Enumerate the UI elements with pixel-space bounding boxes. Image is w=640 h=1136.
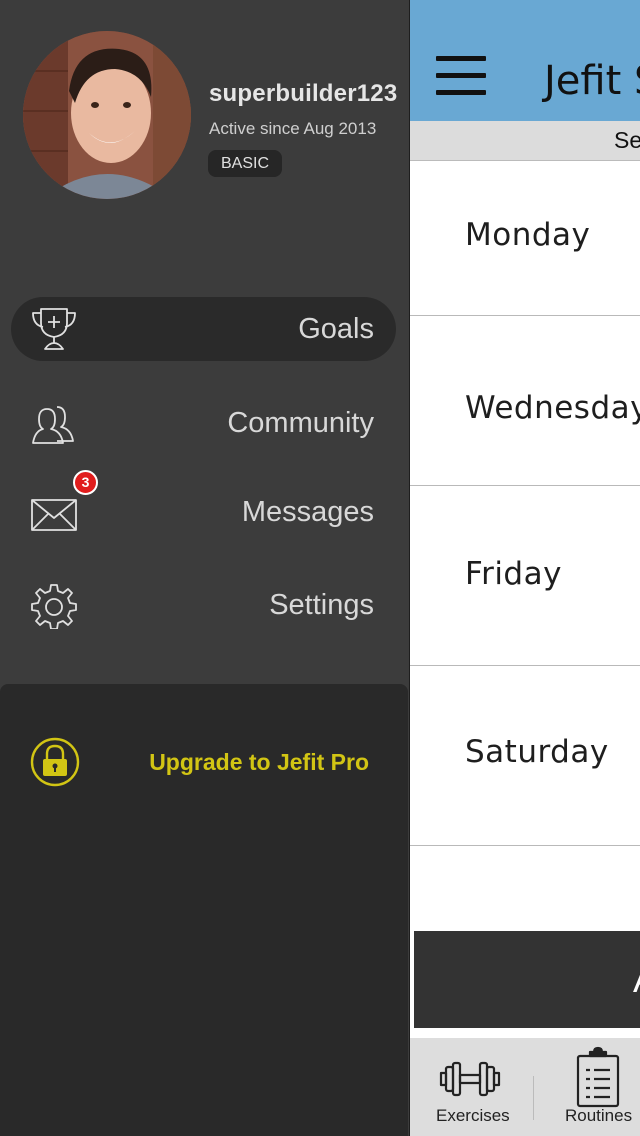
menu-item-messages[interactable]: 3 Messages xyxy=(11,470,396,544)
action-button[interactable]: A xyxy=(414,931,640,1028)
upgrade-label: Upgrade to Jefit Pro xyxy=(149,749,369,775)
page-title: Jefit S xyxy=(544,58,640,104)
lock-icon xyxy=(30,736,80,788)
day-row-monday[interactable]: Monday xyxy=(410,161,640,316)
tab-routines[interactable]: Routines xyxy=(534,1038,640,1136)
day-label: Friday xyxy=(465,556,562,592)
tab-label-routines: Routines xyxy=(565,1106,633,1125)
day-label: Wednesday xyxy=(465,390,640,426)
upgrade-panel: Upgrade to Jefit Pro xyxy=(0,684,408,1136)
day-row-friday[interactable]: Friday xyxy=(410,486,640,666)
gear-icon xyxy=(27,581,81,629)
envelope-icon xyxy=(27,488,81,536)
menu-label-settings: Settings xyxy=(269,589,374,621)
upgrade-button[interactable]: Upgrade to Jefit Pro xyxy=(0,734,408,790)
dumbbell-icon xyxy=(438,1046,502,1108)
profile-header[interactable]: superbuilder123 Active since Aug 2013 BA… xyxy=(0,0,409,260)
menu-label-goals: Goals xyxy=(298,313,374,345)
day-row-saturday[interactable]: Saturday xyxy=(410,666,640,846)
hamburger-icon[interactable] xyxy=(436,56,486,98)
sub-header-text: Se xyxy=(614,127,640,153)
menu-item-community[interactable]: Community xyxy=(11,391,396,455)
messages-count-badge: 3 xyxy=(73,470,98,495)
avatar-photo xyxy=(23,31,191,199)
main-content[interactable]: Jefit S Se Monday Wednesday Friday Satur… xyxy=(409,0,640,1136)
clipboard-icon xyxy=(566,1046,630,1108)
trophy-icon xyxy=(27,305,81,353)
menu-item-goals[interactable]: Goals xyxy=(11,297,396,361)
membership-badge: BASIC xyxy=(208,150,283,177)
tab-label-exercises: Exercises xyxy=(436,1106,510,1125)
day-label: Monday xyxy=(465,217,591,253)
menu-item-settings[interactable]: Settings xyxy=(11,573,396,637)
bottom-tab-bar: Exercises Routines xyxy=(410,1038,640,1136)
top-bar: Jefit S xyxy=(410,0,640,121)
menu-label-messages: Messages xyxy=(241,496,374,528)
side-drawer: superbuilder123 Active since Aug 2013 BA… xyxy=(0,0,409,1136)
sub-header: Se xyxy=(410,121,640,161)
menu-label-community: Community xyxy=(227,407,374,439)
day-row-wednesday[interactable]: Wednesday xyxy=(410,316,640,486)
action-button-label: A xyxy=(633,959,640,1001)
day-label: Saturday xyxy=(465,734,609,770)
username: superbuilder123 xyxy=(209,80,398,107)
tab-exercises[interactable]: Exercises xyxy=(410,1038,532,1136)
users-icon xyxy=(27,399,81,447)
active-since: Active since Aug 2013 xyxy=(209,119,377,138)
avatar[interactable] xyxy=(23,31,191,199)
